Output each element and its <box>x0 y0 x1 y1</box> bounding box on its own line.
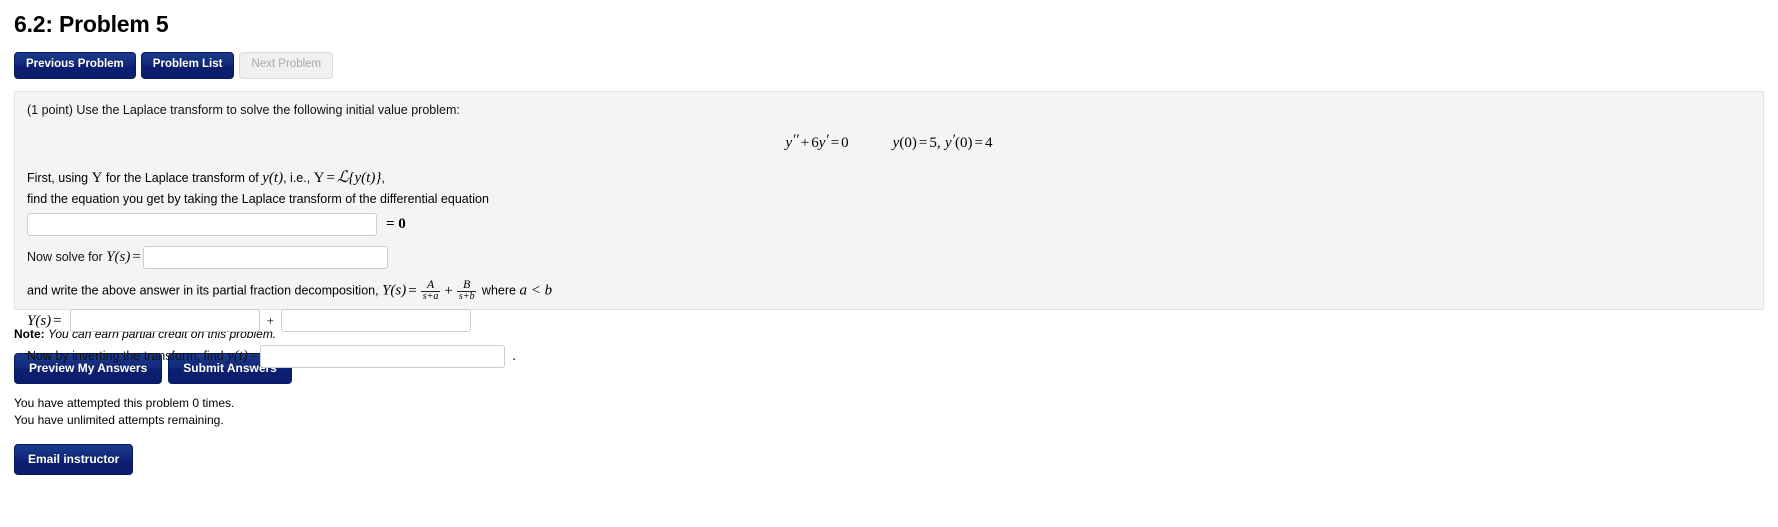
initial-condition-arg2: (0) <box>954 134 973 151</box>
first-line-text-c: , i.e., <box>283 170 314 185</box>
solve-equals: = <box>132 248 141 265</box>
partial-fraction-input-1[interactable] <box>69 309 260 333</box>
ys-solution-input[interactable] <box>142 246 388 270</box>
transform-equation-row: = 0 <box>27 213 1751 237</box>
initial-condition-value: 5, <box>929 134 941 151</box>
attempts-info: You have attempted this problem 0 times.… <box>14 396 1764 428</box>
invert-label: Now by inverting the transform, find y(t… <box>27 347 260 367</box>
inverse-transform-input[interactable] <box>260 345 506 369</box>
ys-row-equals: = <box>53 312 62 329</box>
laplace-Y-symbol: Y <box>91 169 103 186</box>
invert-yt-symbol: y(t) <box>227 348 248 365</box>
attempts-remaining-text: You have unlimited attempts remaining. <box>14 412 224 427</box>
navigation-buttons: Previous Problem Problem List Next Probl… <box>14 52 1764 79</box>
invert-equals: = <box>249 348 259 365</box>
function-yt: y(t) <box>262 169 284 186</box>
laplace-argument: {y(t)} <box>348 169 382 186</box>
first-line-comma: , <box>381 170 385 185</box>
previous-problem-button[interactable]: Previous Problem <box>14 52 136 79</box>
problem-list-button[interactable]: Problem List <box>140 52 235 79</box>
pf-condition: a < b <box>519 282 553 299</box>
next-problem-button: Next Problem <box>239 52 334 79</box>
solve-for-ys-row: Now solve for Y(s) = <box>27 246 1751 270</box>
fraction-numerator-A: A <box>426 277 435 292</box>
pf-plus: + <box>444 282 453 299</box>
first-instruction-line: First, using Y for the Laplace transform… <box>27 167 1751 189</box>
solve-for-text: Now solve for <box>27 249 107 264</box>
partial-fraction-inputs-row: Y(s) = + <box>27 309 1751 333</box>
page-title: 6.2: Problem 5 <box>14 11 169 37</box>
first-line-text-b: for the Laplace transform of <box>102 170 263 185</box>
transformed-equation-input[interactable] <box>27 213 377 237</box>
ode-plus: + <box>800 134 810 151</box>
initial-condition-value2: 4 <box>984 134 993 151</box>
fraction-denominator-b: s+b <box>456 290 477 302</box>
fraction-A-over-s-plus-a: As+a <box>420 277 441 302</box>
pf-where-text: where <box>478 283 520 298</box>
partial-fraction-line: and write the above answer in its partia… <box>27 277 1751 303</box>
laplace-Y-symbol-2: Y <box>313 169 325 186</box>
equals-zero-label: = 0 <box>386 216 406 233</box>
ode-double-prime: ′′ <box>792 131 799 148</box>
ode-coefficient: 6 <box>811 134 819 151</box>
initial-condition-yprime: y <box>945 134 952 151</box>
ys-row-label: Y(s) <box>27 312 52 329</box>
email-instructor-button[interactable]: Email instructor <box>14 443 134 475</box>
pf-text-a: and write the above answer in its partia… <box>27 283 383 298</box>
fraction-numerator-B: B <box>462 277 471 292</box>
initial-condition-arg: (0) <box>899 134 917 151</box>
fraction-B-over-s-plus-b: Bs+b <box>456 277 477 302</box>
attempts-count-text: You have attempted this problem 0 times. <box>14 395 235 410</box>
ode-equals: = <box>830 134 840 151</box>
fraction-denominator-a: s+a <box>420 290 441 302</box>
second-instruction-line: find the equation you get by taking the … <box>27 192 489 207</box>
displayed-equation: y′′ +6y′ = 0 y(0) = 5, y′(0) = 4 <box>27 132 1751 154</box>
first-line-text-a: First, using <box>27 170 92 185</box>
solve-for-label: Now solve for Y(s) = <box>27 248 143 268</box>
ys-row-label-group: Y(s) = <box>27 312 64 330</box>
partial-fraction-plus: + <box>266 312 274 328</box>
initial-condition-equals: = <box>918 134 928 151</box>
trailing-period: . <box>512 348 516 364</box>
problem-panel: (1 point) Use the Laplace transform to s… <box>14 90 1764 369</box>
partial-fraction-input-2[interactable] <box>280 309 471 333</box>
inverse-transform-row: Now by inverting the transform, find y(t… <box>27 345 1751 369</box>
laplace-operator-icon: ℒ <box>336 168 349 186</box>
initial-condition-equals2: = <box>974 134 983 151</box>
points-prompt: (1 point) Use the Laplace transform to s… <box>27 102 460 117</box>
pf-equals: = <box>408 282 417 299</box>
problem-page: 6.2: Problem 5 Previous Problem Problem … <box>0 11 1778 527</box>
pf-ys-symbol: Y(s) <box>382 282 407 299</box>
invert-text: Now by inverting the transform, find <box>27 349 228 364</box>
first-line-equals: = <box>326 169 335 186</box>
ys-symbol: Y(s) <box>106 248 131 265</box>
email-instructor-row: Email instructor <box>14 443 1764 475</box>
ode-rhs: 0 <box>841 134 849 151</box>
